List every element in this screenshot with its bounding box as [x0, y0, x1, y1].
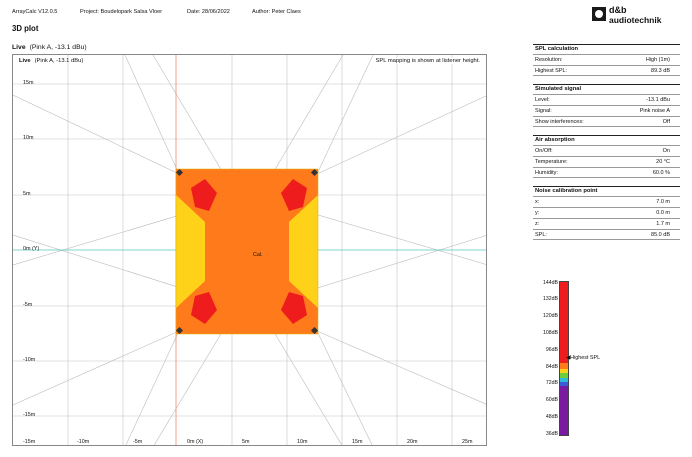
plot-inner-live: Live [19, 58, 31, 64]
section-title: Noise calibration point [533, 186, 680, 196]
scale-tick: 132dB [542, 296, 558, 302]
row-label: On/Off: [535, 148, 553, 154]
row-label: Show interferences: [535, 119, 584, 125]
plot-note: SPL mapping is shown at listener height. [375, 58, 480, 64]
x-tick-10: 10m [297, 439, 308, 445]
section-title: Simulated signal [533, 84, 680, 94]
scale-tick: 36dB [545, 431, 558, 437]
air-absorption-section: Air absorption On/Off: On Temperature: 20 … [533, 135, 680, 178]
x-tick-m5: -5m [133, 439, 143, 445]
y-tick-m15: -15m [23, 412, 36, 418]
scale-tick: 60dB [545, 397, 558, 403]
x-tick-5: 5m [242, 439, 250, 445]
logo-mark-icon [592, 7, 606, 21]
row-label: SPL: [535, 232, 547, 238]
live-signal: (Pink A, -13.1 dBu) [29, 44, 87, 51]
y-tick-0: 0m (Y) [23, 246, 40, 252]
scale-band-purple [560, 386, 568, 435]
row-label: x: [535, 199, 540, 205]
report-date: Date: 28/06/2022 [187, 9, 230, 15]
y-tick-10: 10m [23, 135, 34, 141]
row-value: 60.0 % [652, 170, 670, 176]
info-row: Level: -13.1 dBu [533, 94, 680, 105]
x-tick-15: 15m [352, 439, 363, 445]
plot-inner-signal: (Pink A, -13.1 dBu) [34, 58, 84, 64]
y-tick-5: 5m [23, 191, 31, 197]
x-tick-0: 0m (X) [187, 439, 204, 445]
info-row: Signal: Pink noise A [533, 105, 680, 116]
page-title: 3D plot [12, 24, 39, 33]
spl-plot-view[interactable]: Live (Pink A, -13.1 dBu) SPL mapping is s… [12, 54, 487, 446]
row-value: Off [662, 119, 670, 125]
x-tick-m10: -10m [77, 439, 90, 445]
y-tick-m10: -10m [23, 357, 36, 363]
plot-inner-caption: Live (Pink A, -13.1 dBu) [19, 58, 83, 64]
brand-logo: d&b audiotechnik [592, 4, 678, 28]
spl-calculation-section: SPL calculation Resolution: High (1m) Hig… [533, 44, 680, 76]
logo-line2: audiotechnik [609, 15, 662, 25]
live-label: Live [12, 44, 26, 51]
scale-tick: 144dB [542, 280, 558, 286]
spl-map [175, 168, 319, 335]
project-name: Project: Boudelopark Salsa Vloer [80, 9, 163, 15]
row-label: Humidity: [535, 170, 558, 176]
section-title: SPL calculation [533, 44, 680, 54]
y-tick-15: 15m [23, 80, 34, 86]
row-value: On [662, 148, 670, 154]
highest-spl-marker: ◀Highest SPL [566, 355, 600, 361]
plot-live-caption: Live (Pink A, -13.1 dBu) [12, 44, 87, 51]
row-label: Highest SPL: [535, 68, 568, 74]
logo-line1: d&b [609, 5, 627, 15]
report-header: ArrayCalc V12.0.5 Project: Boudelopark S… [12, 5, 682, 25]
row-label: Signal: [535, 108, 552, 114]
info-row: x: 7.0 m [533, 196, 680, 207]
info-row: Show interferences: Off [533, 116, 680, 127]
info-row: y: 0.0 m [533, 207, 680, 218]
scale-tick: 48dB [545, 414, 558, 420]
scale-tick: 120dB [542, 313, 558, 319]
row-value: 1.7 m [656, 221, 670, 227]
app-version: ArrayCalc V12.0.5 [12, 9, 58, 15]
highest-spl-label: Highest SPL [570, 355, 601, 361]
x-tick-20: 20m [407, 439, 418, 445]
info-row: Temperature: 20 °C [533, 156, 680, 167]
row-label: y: [535, 210, 540, 216]
info-row: On/Off: On [533, 145, 680, 156]
row-value: 7.0 m [656, 199, 670, 205]
row-value: 85.0 dB [651, 232, 670, 238]
info-row: SPL: 85.0 dB [533, 229, 680, 240]
scale-band-red [560, 282, 568, 363]
scale-tick: 96dB [545, 347, 558, 353]
simulated-signal-section: Simulated signal Level: -13.1 dBu Signal:… [533, 84, 680, 127]
noise-calibration-section: Noise calibration point x: 7.0 m y: 0.0 m … [533, 186, 680, 240]
row-value: High (1m) [645, 57, 670, 63]
row-value: 89.3 dB [651, 68, 670, 74]
info-row: Humidity: 60.0 % [533, 167, 680, 178]
scale-tick: 84dB [545, 364, 558, 370]
section-title: Air absorption [533, 135, 680, 145]
row-label: Temperature: [535, 159, 568, 165]
row-value: 20 °C [656, 159, 670, 165]
report-author: Author: Peter Claes [252, 9, 301, 15]
x-tick-25: 25m [462, 439, 473, 445]
info-row: Resolution: High (1m) [533, 54, 680, 65]
calibration-point-label: Cal. [253, 252, 263, 258]
info-row: Highest SPL: 89.3 dB [533, 65, 680, 76]
scale-tick: 72dB [545, 380, 558, 386]
row-value: Pink noise A [639, 108, 670, 114]
scale-tick: 108dB [542, 330, 558, 336]
row-label: Resolution: [535, 57, 563, 63]
row-label: Level: [535, 97, 550, 103]
x-tick-m15: -15m [23, 439, 36, 445]
row-value: -13.1 dBu [646, 97, 670, 103]
row-value: 0.0 m [656, 210, 670, 216]
info-panel: SPL calculation Resolution: High (1m) Hig… [533, 44, 680, 248]
spl-plot-svg [13, 55, 486, 445]
y-tick-m5: -5m [23, 302, 33, 308]
info-row: z: 1.7 m [533, 218, 680, 229]
row-label: z: [535, 221, 540, 227]
